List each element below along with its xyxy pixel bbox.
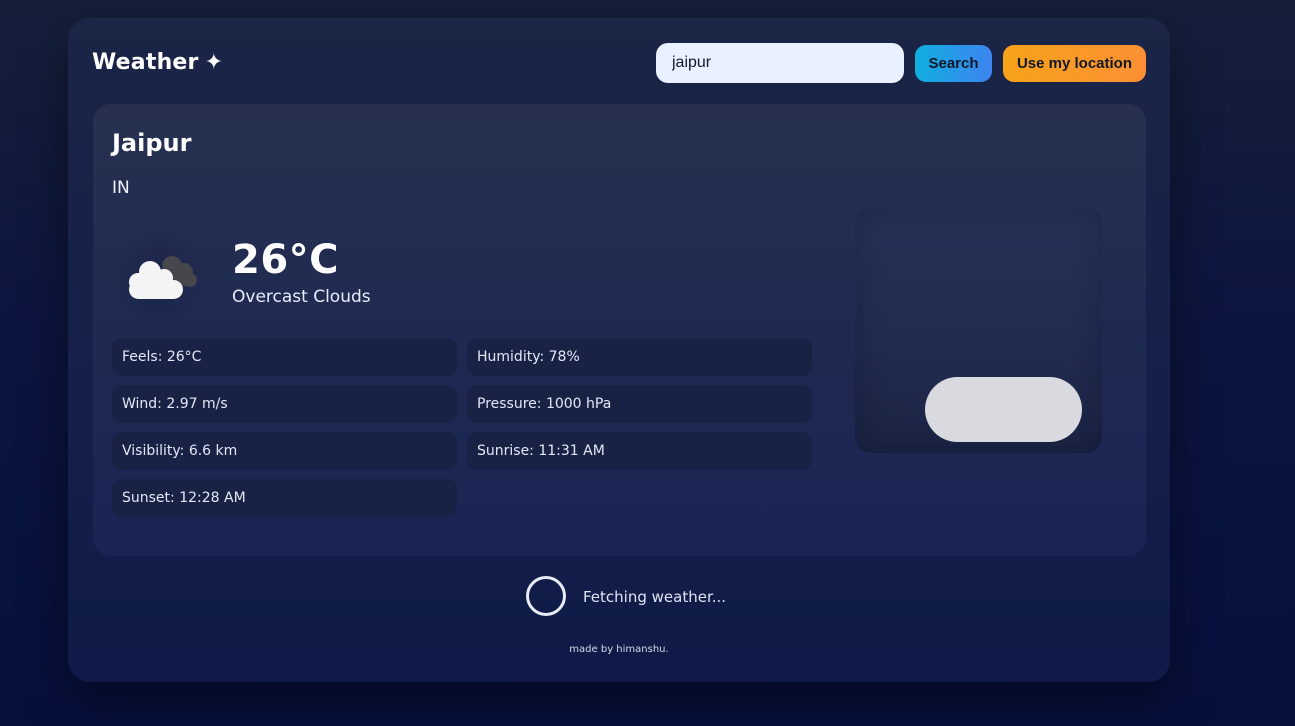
use-my-location-button[interactable]: Use my location — [1003, 45, 1146, 82]
stat-humidity: Humidity: 78% — [467, 338, 812, 376]
stat-visibility: Visibility: 6.6 km — [112, 432, 457, 470]
stat-sunrise: Sunrise: 11:31 AM — [467, 432, 812, 470]
temperature-value: 26°C — [232, 237, 340, 283]
city-name: Jaipur — [112, 129, 192, 157]
app-title: Weather ✦ — [92, 50, 223, 75]
loading-status-text: Fetching weather... — [583, 588, 727, 606]
loading-spinner-icon — [526, 576, 566, 616]
weather-visual-placeholder — [855, 207, 1102, 453]
cloud-icon — [129, 256, 197, 299]
weather-card: Jaipur IN 26°C Overcast Clouds Feels: 26… — [93, 104, 1146, 556]
stat-wind: Wind: 2.97 m/s — [112, 385, 457, 423]
country-code: IN — [112, 178, 130, 198]
stat-sunset: Sunset: 12:28 AM — [112, 479, 457, 517]
cloud-shape — [925, 377, 1082, 442]
weather-description: Overcast Clouds — [232, 287, 371, 307]
footer-credit: made by himanshu. — [569, 644, 669, 655]
search-button[interactable]: Search — [915, 45, 992, 82]
weather-app-panel: Weather✦ Search Use my location Jaipur I… — [68, 18, 1170, 682]
city-search-input[interactable] — [656, 43, 904, 83]
stat-pressure: Pressure: 1000 hPa — [467, 385, 812, 423]
sparkle-icon: ✦ — [204, 50, 224, 75]
stat-feels-like: Feels: 26°C — [112, 338, 457, 376]
app-title-text: Weather — [92, 50, 199, 75]
weather-icon-container — [112, 228, 208, 324]
